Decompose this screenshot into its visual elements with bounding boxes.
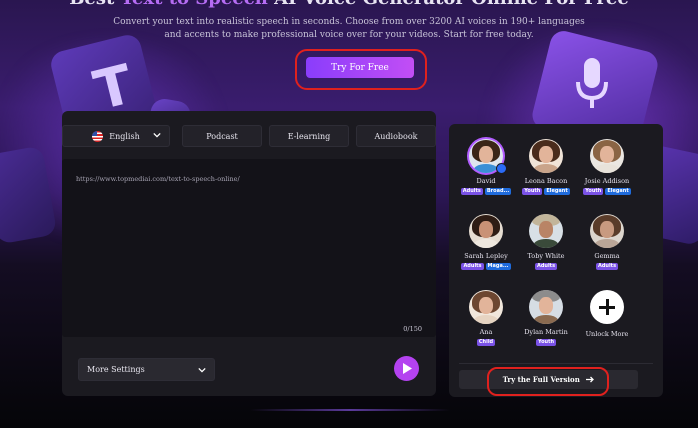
voice-name: David <box>476 177 496 185</box>
hero-title: Best Text to Speech AI Voice Generator O… <box>0 0 698 9</box>
mode-elearning-button[interactable]: E-learning <box>269 125 349 147</box>
voice-card-dylan-martin[interactable]: Dylan Martin Youth <box>516 290 576 346</box>
voice-card-david[interactable]: David Adults Broad... <box>456 139 516 195</box>
avatar <box>529 290 563 324</box>
more-settings-select[interactable]: More Settings <box>78 358 215 381</box>
voice-name: Leona Bacon <box>524 177 568 185</box>
mode-podcast-button[interactable]: Podcast <box>182 125 262 147</box>
hero-subtitle: Convert your text into realistic speech … <box>113 17 585 40</box>
voice-name: Toby White <box>527 252 565 260</box>
avatar <box>529 214 563 248</box>
voice-tag: Adults <box>461 263 484 270</box>
voice-card-toby-white[interactable]: Toby White Adults <box>516 214 576 270</box>
tts-editor-panel: English Podcast E-learning Audiobook htt… <box>62 111 436 396</box>
us-flag-icon <box>92 130 104 142</box>
voice-tag: Youth <box>583 188 604 195</box>
voice-selection-panel: David Adults Broad... Leona Bacon Youth El… <box>449 124 663 397</box>
avatar <box>590 214 624 248</box>
chevron-down-icon <box>153 132 161 138</box>
character-counter: 0/150 <box>403 325 422 333</box>
avatar <box>469 214 503 248</box>
voice-tag: Child <box>476 339 496 346</box>
voice-tag: Maga... <box>485 263 511 270</box>
highlight-oval-top <box>295 49 427 90</box>
avatar <box>590 139 624 173</box>
highlight-oval-bottom <box>487 367 609 396</box>
voice-tag: Youth <box>522 188 543 195</box>
voice-card-sarah-lepley[interactable]: Sarah Lepley Adults Maga... <box>456 214 516 270</box>
play-icon <box>403 363 412 374</box>
page: T Best Text to Speech AI Voice Generator… <box>0 0 698 428</box>
voice-tag: Elegant <box>605 188 631 195</box>
mode-audiobook-button[interactable]: Audiobook <box>356 125 436 147</box>
language-label: English <box>109 131 140 141</box>
microphone-icon <box>576 58 608 108</box>
voice-tag: Adults <box>595 263 619 270</box>
more-settings-label: More Settings <box>87 365 145 374</box>
divider <box>459 363 653 364</box>
plus-icon <box>590 290 624 324</box>
bottom-glow-line <box>250 409 450 411</box>
voice-name: Ana <box>479 328 493 336</box>
voice-tag: Broad... <box>484 188 512 195</box>
voice-name: Sarah Lepley <box>464 252 508 260</box>
unlock-more-label: Unlock More <box>585 330 629 338</box>
selected-check-icon <box>496 163 507 174</box>
text-input-content: https://www.topmediai.com/text-to-speech… <box>76 175 240 183</box>
voice-tag: Elegant <box>544 188 570 195</box>
unlock-more-button[interactable]: Unlock More <box>577 290 637 338</box>
voice-tag: Youth <box>535 339 557 346</box>
voice-name: Josie Addison <box>584 177 630 185</box>
text-input-area[interactable]: https://www.topmediai.com/text-to-speech… <box>62 159 436 337</box>
voice-card-leona-bacon[interactable]: Leona Bacon Youth Elegant <box>516 139 576 195</box>
voice-name: Gemma <box>594 252 620 260</box>
avatar <box>529 139 563 173</box>
play-button[interactable] <box>394 356 419 381</box>
language-select[interactable]: English <box>62 125 170 147</box>
voice-card-josie-addison[interactable]: Josie Addison Youth Elegant <box>577 139 637 195</box>
voice-card-gemma[interactable]: Gemma Adults <box>577 214 637 270</box>
voice-card-ana[interactable]: Ana Child <box>456 290 516 346</box>
voice-name: Dylan Martin <box>524 328 568 336</box>
avatar <box>469 290 503 324</box>
voice-tag: Adults <box>534 263 558 270</box>
voice-tag: Adults <box>460 188 483 195</box>
chevron-down-icon <box>198 367 206 373</box>
